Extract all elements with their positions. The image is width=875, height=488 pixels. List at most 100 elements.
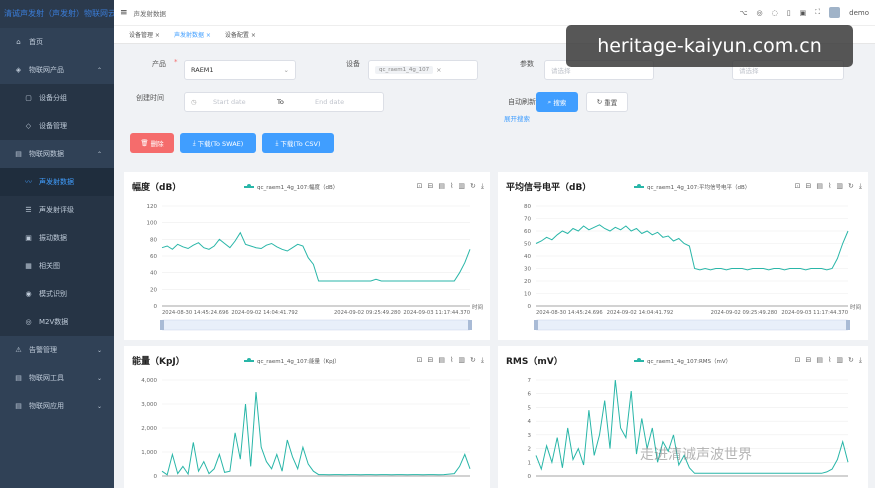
sidebar-item-0[interactable]: ⌂ 首页	[0, 28, 114, 56]
tab-1[interactable]: 声发射数据 ×	[169, 28, 216, 41]
pattern-icon: ◉	[25, 290, 32, 298]
param-placeholder: 请选择	[551, 67, 571, 75]
download-icon: ⤓	[192, 138, 196, 147]
username[interactable]: demo	[849, 9, 869, 17]
series-line[interactable]	[161, 391, 471, 476]
app-icon: ▤	[15, 402, 22, 410]
download-csv-button[interactable]: ⤓ 下载(To CSV)	[262, 133, 334, 153]
github-icon[interactable]: ⌥	[739, 9, 747, 17]
slider-handle-left[interactable]	[534, 320, 538, 330]
y-tick-label: 20	[150, 287, 157, 293]
chart-svg: 0 10 20 30 40 50 60 70 80 2024-08-30 14:45:24.696…	[524, 204, 861, 331]
sidebar-item-label: 声发射数据	[39, 178, 74, 186]
search-button-label: 搜索	[553, 99, 567, 107]
x-tick-label: 2024-08-30 14:45:24.696	[536, 310, 603, 316]
app-logo[interactable]: 清诚声发射（声发射）物联网云	[0, 0, 114, 28]
auto-refresh-label: 自动刷新	[508, 98, 536, 106]
y-tick-label: 10	[524, 292, 531, 298]
sidebar-item-label: 设备分组	[39, 94, 67, 102]
x-axis-name: 时间	[472, 303, 483, 311]
end-date[interactable]: End date	[315, 98, 344, 106]
tab-close-icon[interactable]: ×	[204, 32, 211, 39]
bell-icon[interactable]: ◌	[772, 9, 778, 17]
y-tick-label: 40	[150, 271, 157, 277]
time-label: 创建时间	[136, 94, 164, 102]
ae-data-icon: 〰	[25, 178, 32, 186]
tab-0[interactable]: 设备管理 ×	[124, 28, 165, 41]
y-tick-label: 0	[154, 474, 158, 480]
series-line[interactable]	[535, 224, 849, 271]
sidebar-item-13[interactable]: ▤ 物联网应用 ⌄	[0, 392, 114, 420]
delete-button[interactable]: 🗑 删除	[130, 133, 174, 153]
x-tick-label: 2024-09-02 14:04:41.792	[607, 310, 674, 316]
search-button[interactable]: ⌕ 搜索	[536, 92, 578, 112]
slider-handle-right[interactable]	[846, 320, 850, 330]
sidebar-item-3[interactable]: ◇ 设备管理	[0, 112, 114, 140]
breadcrumb: 声发射数据	[133, 9, 167, 18]
sidebar-item-12[interactable]: ▤ 物联网工具 ⌄	[0, 364, 114, 392]
date-range-picker[interactable]: ◷ Start date To End date	[184, 92, 384, 112]
y-tick-label: 3	[528, 433, 532, 439]
expand-search-link[interactable]: 展开搜索	[504, 113, 530, 123]
y-tick-label: 80	[524, 204, 531, 210]
y-tick-label: 40	[524, 254, 531, 260]
tab-label: 设备配置	[224, 32, 249, 39]
chart-panel-rms: RMS（mV） qc_raem1_4g_107:RMS（mV） ⊡ ⊟ ▤ ⌇ ▥ ↻ ⤓ 0 1 2…	[498, 346, 868, 488]
y-tick-label: 70	[524, 217, 531, 223]
avatar[interactable]	[829, 7, 841, 18]
sidebar-item-label: 设备管理	[39, 122, 67, 130]
tab-close-icon[interactable]: ×	[153, 32, 160, 39]
main-area: ≡ 声发射数据 ⌥ ◎ ◌ ▯ ▣ ⛶ demo 设备管理 × 声发射数据 × 设备…	[114, 0, 875, 488]
required-mark: *	[174, 58, 178, 66]
reset-button[interactable]: ↻ 重置	[586, 92, 628, 112]
tool-icon: ▤	[15, 374, 22, 382]
sidebar-item-label: 模式识别	[39, 290, 67, 298]
sidebar-item-11[interactable]: ⚠ 告警管理 ⌄	[0, 336, 114, 364]
sidebar-item-4[interactable]: ▤ 物联网数据 ⌃	[0, 140, 114, 168]
y-tick-label: 60	[524, 229, 531, 235]
y-tick-label: 5	[528, 405, 532, 411]
y-tick-label: 3,000	[141, 402, 157, 408]
device-select[interactable]: qc_raem1_4g_107 ×	[368, 60, 478, 80]
lock-icon[interactable]: ▣	[800, 9, 807, 17]
slider-handle-right[interactable]	[468, 320, 472, 330]
chart-panel-energy: 能量（KpJ） qc_raem1_4g_107:能量（KpJ） ⊡ ⊟ ▤ ⌇ ▥ ↻ ⤓ 0 1,…	[124, 346, 490, 488]
tab-close-icon[interactable]: ×	[249, 32, 256, 39]
sidebar-item-1[interactable]: ◈ 物联网产品 ⌃	[0, 56, 114, 84]
product-icon: ◈	[15, 66, 22, 74]
series-line[interactable]	[161, 231, 471, 282]
download-swae-button[interactable]: ⤓ 下载(To SWAE)	[180, 133, 256, 153]
sidebar-item-2[interactable]: ▢ 设备分组	[0, 84, 114, 112]
datazoom-slider[interactable]	[161, 319, 471, 331]
sidebar-item-label: 物联网数据	[29, 150, 64, 158]
sidebar-item-8[interactable]: ▦ 相关图	[0, 252, 114, 280]
rating-icon: ☰	[25, 206, 32, 214]
chip-close-icon[interactable]: ×	[436, 66, 441, 74]
calendar-icon: ◷	[191, 98, 197, 106]
x-tick-label: 2024-09-02 09:25:49.280	[711, 310, 778, 316]
x-tick-label: 2024-09-03 11:17:44.370	[403, 310, 470, 316]
y-tick-label: 120	[147, 204, 158, 210]
docs-icon[interactable]: ◎	[757, 9, 763, 17]
sidebar-item-6[interactable]: ☰ 声发射评级	[0, 196, 114, 224]
font-size-icon[interactable]: ▯	[787, 9, 791, 17]
sidebar-item-5[interactable]: 〰声发射数据	[0, 168, 114, 196]
sidebar-item-label: 声发射评级	[39, 206, 74, 214]
sidebar-menu: ⌂ 首页 ◈ 物联网产品 ⌃ ▢ 设备分组 ◇ 设备管理 ▤ 物联网数据 ⌃ 〰声发射数据 ☰ 声发射评级 ▣…	[0, 28, 114, 420]
menu-toggle-icon[interactable]: ≡	[120, 8, 128, 18]
sidebar-item-7[interactable]: ▣ 振动数据	[0, 224, 114, 252]
chart-svg: 0 1 2 3 4 5 6 7	[528, 378, 849, 480]
start-date[interactable]: Start date	[213, 98, 246, 106]
product-select[interactable]: RAEM1 ⌄	[184, 60, 296, 80]
slider-handle-left[interactable]	[160, 320, 164, 330]
sidebar-item-10[interactable]: ◎ M2V数据	[0, 308, 114, 336]
download-icon: ⤓	[275, 138, 279, 147]
chevron-down-icon: ⌄	[96, 346, 102, 354]
m2v-icon: ◎	[25, 318, 32, 326]
fullscreen-icon[interactable]: ⛶	[815, 8, 820, 17]
y-tick-label: 0	[528, 474, 532, 480]
datazoom-slider[interactable]	[535, 319, 849, 331]
tab-2[interactable]: 设备配置 ×	[220, 28, 261, 41]
y-tick-label: 4,000	[141, 378, 157, 384]
sidebar-item-9[interactable]: ◉ 模式识别	[0, 280, 114, 308]
